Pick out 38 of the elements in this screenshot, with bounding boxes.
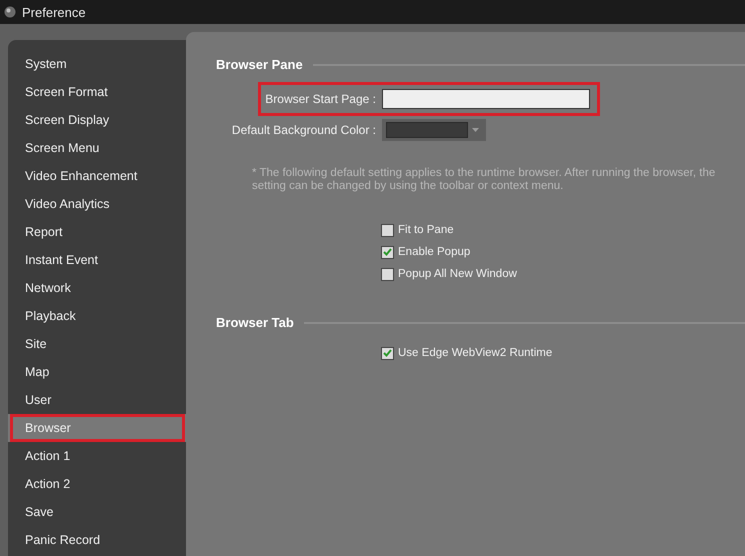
checkbox-label: Enable Popup <box>398 246 470 258</box>
start-page-field[interactable] <box>382 89 590 109</box>
sidebar-item[interactable]: Action 1 <box>8 442 186 470</box>
sidebar-item[interactable]: Screen Format <box>8 78 186 106</box>
checkbox[interactable] <box>381 246 394 258</box>
globe-icon <box>4 6 16 18</box>
check-icon <box>383 248 392 256</box>
note-text: * The following default setting applies to the runtime browser. After running the browser, the setting can be changed by using the toolbar or context menu. <box>252 167 716 193</box>
sidebar-item[interactable]: System <box>8 50 186 78</box>
color-dropdown[interactable] <box>382 119 486 141</box>
checkbox-label: Popup All New Window <box>398 268 517 280</box>
caret-icon <box>472 128 479 132</box>
checkbox[interactable] <box>381 346 394 360</box>
check-icon <box>383 349 392 357</box>
sidebar-item[interactable]: Browser <box>8 414 186 442</box>
sidebar-item[interactable]: Network <box>8 274 186 302</box>
sidebar-item[interactable]: Screen Display <box>8 106 186 134</box>
sidebar-item[interactable]: Site <box>8 330 186 358</box>
field-label: Browser Start Page : <box>264 92 376 106</box>
sidebar-item[interactable]: Map <box>8 358 186 386</box>
sidebar-item[interactable]: Screen Menu <box>8 134 186 162</box>
sidebar-item[interactable]: Panic Record <box>8 526 186 554</box>
sidebar-item[interactable]: Action 2 <box>8 470 186 498</box>
sidebar-item[interactable]: Instant Event <box>8 246 186 274</box>
checkbox-label: Use Edge WebView2 Runtime <box>398 347 552 359</box>
sidebar-item[interactable]: Video Analytics <box>8 190 186 218</box>
sidebar-item[interactable]: Save <box>8 498 186 526</box>
sidebar-item[interactable]: Report <box>8 218 186 246</box>
sidebar-item[interactable]: Playback <box>8 302 186 330</box>
checkbox[interactable] <box>381 224 394 236</box>
checkbox[interactable] <box>381 268 394 280</box>
section-title: Browser Tab <box>216 315 294 330</box>
field-label: Default Background Color : <box>230 123 376 137</box>
checkbox-label: Fit to Pane <box>398 224 454 236</box>
sidebar-item[interactable]: Video Enhancement <box>8 162 186 190</box>
section-title: Browser Pane <box>216 57 303 72</box>
window-title: Preference <box>22 4 86 20</box>
sidebar-item[interactable]: User <box>8 386 186 414</box>
